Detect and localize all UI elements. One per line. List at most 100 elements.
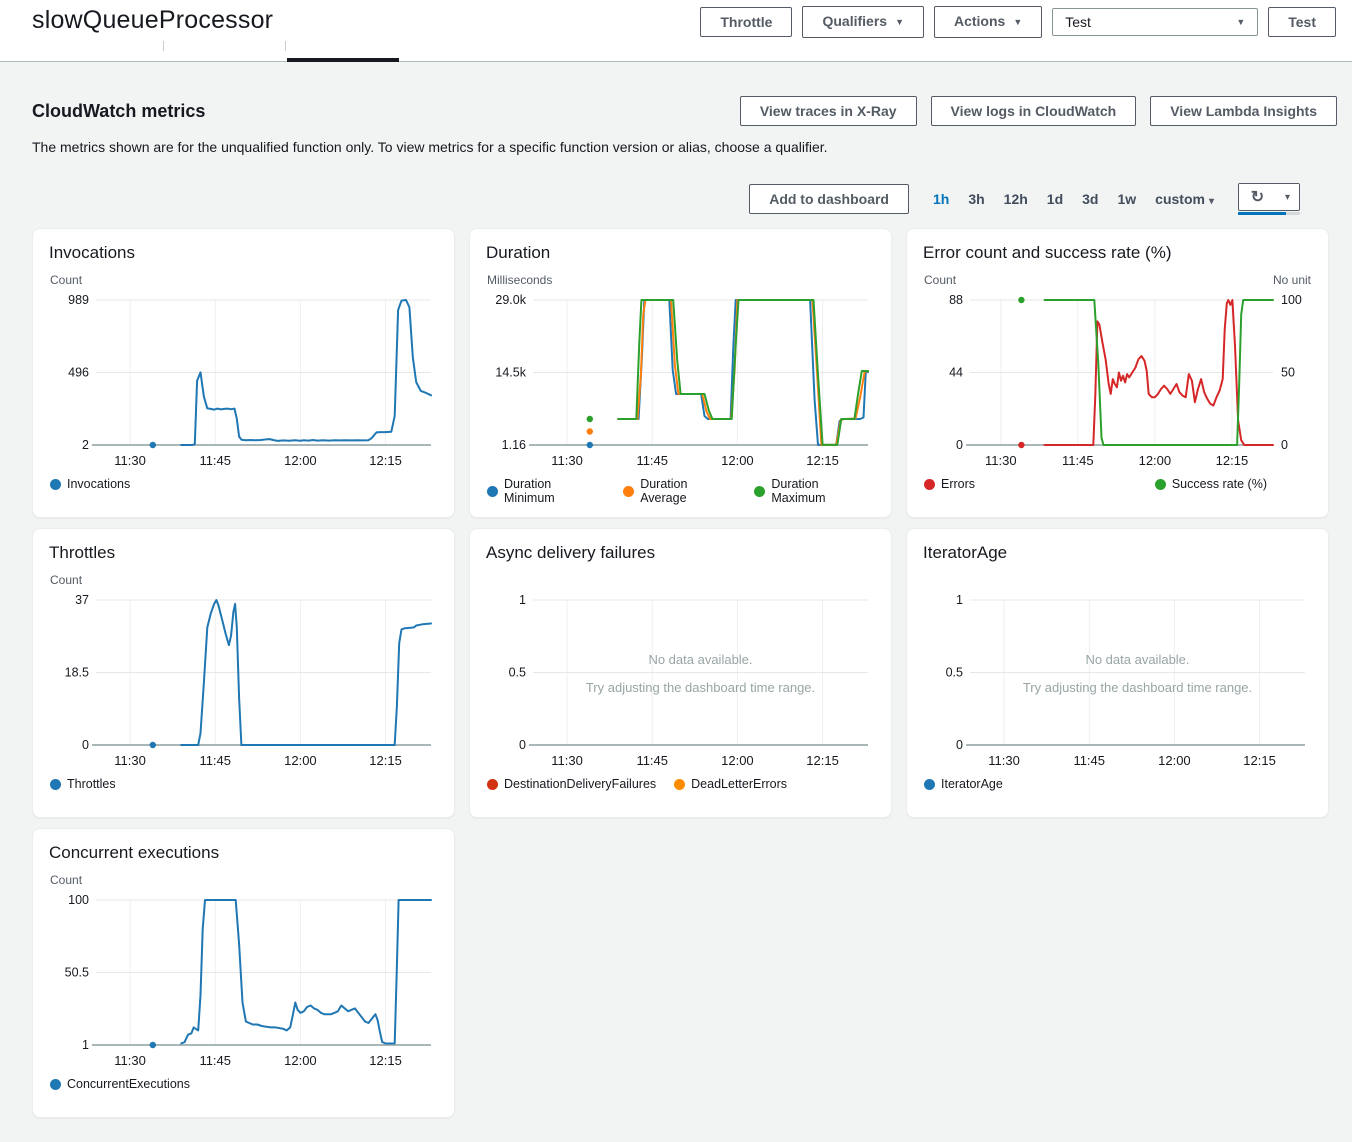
svg-text:11:45: 11:45: [1073, 753, 1105, 768]
active-tab-underline[interactable]: [287, 58, 399, 62]
chart-legend: Invocations: [50, 477, 439, 491]
legend-item[interactable]: IteratorAge: [924, 777, 1003, 791]
chart-plot[interactable]: 10.5011:3011:4512:0012:15No data availab…: [485, 590, 878, 774]
legend-marker: [487, 779, 498, 790]
range-option-1d[interactable]: 1d: [1047, 191, 1063, 207]
chart-title: Concurrent executions: [49, 843, 439, 863]
refresh-options-button[interactable]: ▾: [1276, 184, 1299, 210]
chart-card-concurrent-executions: Concurrent executions Count 10050.5111:3…: [32, 828, 455, 1118]
svg-text:50.5: 50.5: [65, 966, 89, 980]
svg-text:11:30: 11:30: [551, 753, 583, 768]
range-option-custom[interactable]: custom▾: [1155, 191, 1214, 207]
range-option-1w[interactable]: 1w: [1117, 191, 1136, 207]
qualifiers-button[interactable]: Qualifiers▼: [802, 6, 924, 38]
legend-label: Duration Minimum: [504, 477, 605, 505]
chart-plot[interactable]: 29.0k14.5k1.1611:3011:4512:0012:15: [485, 290, 878, 474]
legend-label: Invocations: [67, 477, 130, 491]
charts-grid: Invocations Count 989496211:3011:4512:00…: [32, 228, 1337, 1118]
legend-item[interactable]: DestinationDeliveryFailures: [487, 777, 656, 791]
chart-unit-row: Count: [50, 273, 437, 288]
test-button[interactable]: Test: [1268, 7, 1336, 37]
chart-plot[interactable]: 8844010050011:3011:4512:0012:15: [922, 290, 1315, 474]
chart-title: Async delivery failures: [486, 543, 876, 563]
svg-text:11:45: 11:45: [199, 453, 231, 468]
range-option-3h[interactable]: 3h: [968, 191, 984, 207]
svg-text:12:15: 12:15: [1243, 753, 1276, 768]
legend-label: ConcurrentExecutions: [67, 1077, 190, 1091]
chevron-down-icon: ▾: [1285, 192, 1290, 203]
svg-text:0: 0: [519, 738, 526, 752]
custom-label: custom: [1155, 191, 1205, 207]
chart-legend: Duration Minimum Duration Average Duration…: [487, 477, 876, 505]
legend-item[interactable]: Throttles: [50, 777, 116, 791]
tab-bar: [0, 38, 1352, 62]
svg-text:0: 0: [1281, 438, 1288, 452]
legend-marker: [50, 1079, 61, 1090]
svg-text:0: 0: [956, 438, 963, 452]
legend-item[interactable]: DeadLetterErrors: [674, 777, 787, 791]
legend-item[interactable]: Duration Maximum: [754, 477, 876, 505]
svg-text:11:30: 11:30: [985, 453, 1017, 468]
legend-item[interactable]: Errors: [924, 477, 975, 491]
legend-item[interactable]: ConcurrentExecutions: [50, 1077, 190, 1091]
svg-text:12:00: 12:00: [721, 453, 754, 468]
legend-label: Duration Average: [640, 477, 736, 505]
page-title: slowQueueProcessor: [32, 6, 273, 35]
svg-text:12:15: 12:15: [806, 753, 839, 768]
legend-item[interactable]: Invocations: [50, 477, 130, 491]
svg-text:11:30: 11:30: [114, 753, 146, 768]
chart-card-iterator-age: IteratorAge 10.5011:3011:4512:0012:15No …: [906, 528, 1329, 818]
svg-text:12:15: 12:15: [369, 753, 402, 768]
chart-plot[interactable]: 989496211:3011:4512:0012:15: [48, 290, 441, 474]
chart-card-invocations: Invocations Count 989496211:3011:4512:00…: [32, 228, 455, 518]
chart-unit-row: Count: [50, 573, 437, 588]
svg-text:12:00: 12:00: [1158, 753, 1191, 768]
auto-refresh-progress-fill: [1238, 212, 1286, 215]
legend-label: DeadLetterErrors: [691, 777, 787, 791]
chart-plot[interactable]: 3718.5011:3011:4512:0012:15: [48, 590, 441, 774]
range-option-3d[interactable]: 3d: [1082, 191, 1098, 207]
section-title: CloudWatch metrics: [32, 101, 205, 122]
svg-text:11:45: 11:45: [199, 1053, 231, 1068]
test-event-select[interactable]: Test▼: [1052, 8, 1258, 36]
function-header: slowQueueProcessor Throttle Qualifiers▼ …: [0, 0, 1352, 38]
svg-text:No data available.: No data available.: [1085, 652, 1189, 667]
chart-unit-left: Count: [924, 273, 956, 288]
chart-card-throttles: Throttles Count 3718.5011:3011:4512:0012…: [32, 528, 455, 818]
chart-legend: ConcurrentExecutions: [50, 1077, 439, 1091]
actions-button[interactable]: Actions▼: [934, 6, 1042, 38]
view-logs-cloudwatch-button[interactable]: View logs in CloudWatch: [931, 96, 1137, 126]
legend-item[interactable]: Duration Minimum: [487, 477, 605, 505]
svg-text:0.5: 0.5: [946, 666, 963, 680]
chart-plot[interactable]: 10050.5111:3011:4512:0012:15: [48, 890, 441, 1074]
legend-item[interactable]: Duration Average: [623, 477, 736, 505]
chevron-down-icon: ▼: [1013, 13, 1022, 31]
add-to-dashboard-button[interactable]: Add to dashboard: [749, 184, 909, 214]
range-option-12h[interactable]: 12h: [1004, 191, 1028, 207]
svg-text:496: 496: [68, 366, 89, 380]
refresh-icon: ↻: [1251, 189, 1264, 206]
chart-unit-row: [487, 573, 874, 588]
svg-text:37: 37: [75, 593, 89, 607]
metrics-description: The metrics shown are for the unqualifie…: [32, 139, 1337, 155]
legend-item[interactable]: Success rate (%): [1155, 477, 1267, 491]
view-lambda-insights-button[interactable]: View Lambda Insights: [1150, 96, 1337, 126]
chart-title: Error count and success rate (%): [923, 243, 1313, 263]
refresh-button[interactable]: ↻: [1239, 184, 1276, 210]
view-traces-xray-button[interactable]: View traces in X-Ray: [740, 96, 917, 126]
chart-title: Duration: [486, 243, 876, 263]
tab-separator: [163, 41, 164, 51]
svg-text:11:45: 11:45: [1062, 453, 1094, 468]
metrics-section-header: CloudWatch metrics View traces in X-Ray …: [32, 96, 1337, 126]
legend-label: IteratorAge: [941, 777, 1003, 791]
svg-text:0.5: 0.5: [509, 666, 526, 680]
throttle-button[interactable]: Throttle: [700, 7, 792, 37]
legend-label: Errors: [941, 477, 975, 491]
svg-text:12:15: 12:15: [1216, 453, 1249, 468]
svg-text:12:15: 12:15: [369, 453, 402, 468]
svg-text:12:00: 12:00: [1139, 453, 1172, 468]
svg-text:0: 0: [956, 738, 963, 752]
range-option-1h[interactable]: 1h: [933, 191, 949, 207]
chart-plot[interactable]: 10.5011:3011:4512:0012:15No data availab…: [922, 590, 1315, 774]
refresh-split-button: ↻ ▾: [1238, 183, 1300, 211]
